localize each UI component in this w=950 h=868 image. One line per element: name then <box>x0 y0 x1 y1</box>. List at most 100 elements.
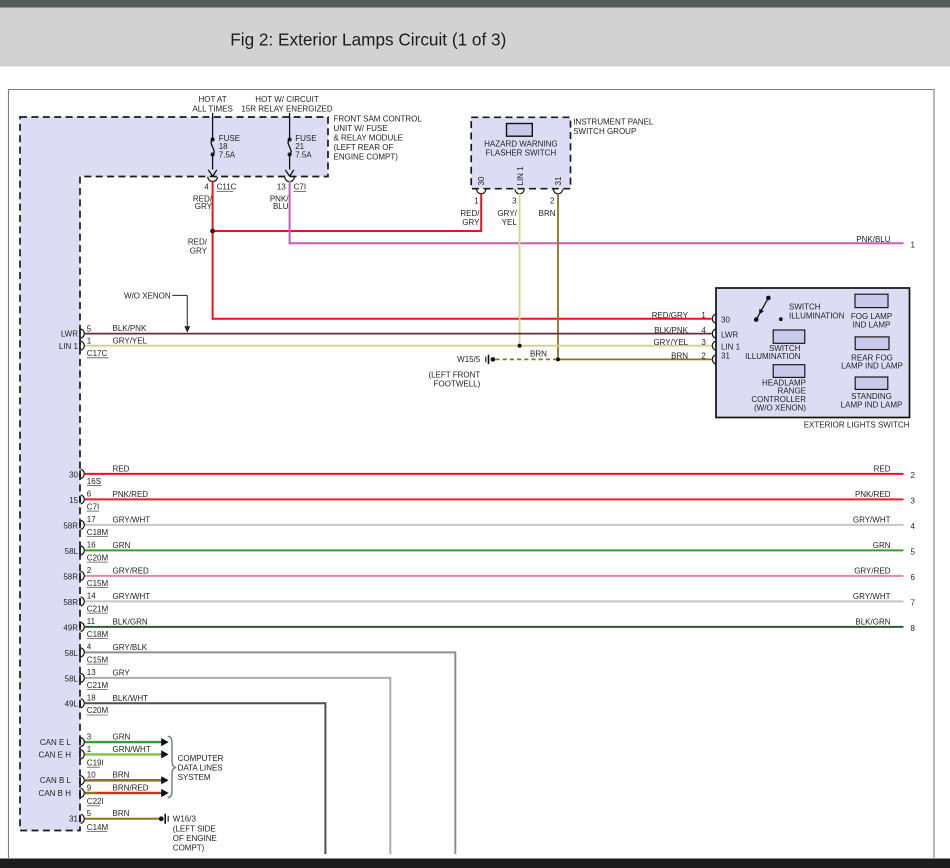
svg-text:C19I: C19I <box>87 758 104 767</box>
svg-text:17: 17 <box>87 515 96 524</box>
svg-text:4: 4 <box>701 326 706 335</box>
svg-text:RED: RED <box>874 465 891 474</box>
svg-text:C15M: C15M <box>87 655 109 664</box>
svg-text:1: 1 <box>87 337 92 346</box>
svg-text:GRY/BLK: GRY/BLK <box>113 643 148 652</box>
svg-text:(LEFT SIDE: (LEFT SIDE <box>173 824 216 833</box>
svg-text:LWR: LWR <box>721 331 738 340</box>
svg-text:4: 4 <box>87 642 92 651</box>
svg-text:13: 13 <box>277 183 286 192</box>
svg-text:CAN B H: CAN B H <box>39 789 72 798</box>
svg-text:SYSTEM: SYSTEM <box>178 773 211 782</box>
svg-text:1: 1 <box>911 241 916 250</box>
svg-text:GRY/YEL: GRY/YEL <box>653 338 688 347</box>
svg-text:3: 3 <box>701 338 706 347</box>
svg-text:18: 18 <box>87 693 96 702</box>
svg-text:W/O XENON: W/O XENON <box>124 291 171 300</box>
svg-text:W16/3: W16/3 <box>173 815 197 824</box>
svg-text:GRY: GRY <box>113 669 131 678</box>
svg-text:CAN E L: CAN E L <box>40 738 72 747</box>
svg-text:LAMP IND LAMP: LAMP IND LAMP <box>841 400 903 409</box>
svg-text:FRONT SAM CONTROL: FRONT SAM CONTROL <box>334 115 423 124</box>
svg-text:6: 6 <box>911 573 916 582</box>
svg-text:C7I: C7I <box>294 183 306 192</box>
svg-text:GRY: GRY <box>195 202 213 211</box>
svg-text:6: 6 <box>87 489 92 498</box>
svg-text:RED/: RED/ <box>188 237 208 246</box>
svg-text:BRN: BRN <box>113 809 130 818</box>
svg-text:CAN B L: CAN B L <box>40 776 72 785</box>
svg-text:BLU: BLU <box>273 202 289 211</box>
svg-text:UNIT W/ FUSE: UNIT W/ FUSE <box>334 124 388 133</box>
svg-text:C15M: C15M <box>87 579 109 588</box>
svg-text:4: 4 <box>911 522 916 531</box>
svg-text:11: 11 <box>87 617 96 626</box>
svg-text:RED: RED <box>113 465 130 474</box>
svg-text:SWITCH GROUP: SWITCH GROUP <box>573 127 636 136</box>
svg-text:& RELAY MODULE: & RELAY MODULE <box>334 134 404 143</box>
svg-text:HAZARD WARNING: HAZARD WARNING <box>484 139 557 148</box>
svg-text:30: 30 <box>69 470 78 479</box>
svg-text:LIN 1: LIN 1 <box>516 166 525 186</box>
svg-text:30: 30 <box>721 316 730 325</box>
svg-text:Fig 2: Exterior Lamps Circuit: Fig 2: Exterior Lamps Circuit (1 of 3) <box>230 30 506 50</box>
svg-text:58L: 58L <box>65 649 79 658</box>
svg-text:W15/5: W15/5 <box>457 355 481 364</box>
svg-text:SWITCH: SWITCH <box>789 302 821 311</box>
svg-text:FLASHER SWITCH: FLASHER SWITCH <box>486 149 557 158</box>
svg-text:2: 2 <box>87 566 92 575</box>
svg-text:58L: 58L <box>65 674 79 683</box>
svg-text:C21M: C21M <box>87 604 109 613</box>
svg-text:30: 30 <box>477 176 486 185</box>
svg-text:1: 1 <box>474 196 479 205</box>
svg-text:7: 7 <box>911 599 916 608</box>
svg-text:5: 5 <box>87 809 92 818</box>
svg-text:COMPT): COMPT) <box>173 844 205 853</box>
svg-text:58R: 58R <box>63 572 78 581</box>
svg-text:58R: 58R <box>63 521 78 530</box>
svg-text:ENGINE COMPT): ENGINE COMPT) <box>334 153 399 162</box>
svg-text:OF ENGINE: OF ENGINE <box>173 834 217 843</box>
svg-text:GRY/RED: GRY/RED <box>113 567 150 576</box>
svg-text:31: 31 <box>69 815 78 824</box>
svg-text:PNK/BLU: PNK/BLU <box>856 235 890 244</box>
svg-text:31: 31 <box>721 352 730 361</box>
svg-text:COMPUTER: COMPUTER <box>178 754 224 763</box>
svg-text:RED/GRY: RED/GRY <box>652 311 689 320</box>
svg-text:16S: 16S <box>87 477 101 486</box>
svg-text:1: 1 <box>87 745 92 754</box>
svg-text:15R RELAY ENERGIZED: 15R RELAY ENERGIZED <box>241 105 333 114</box>
svg-text:C18M: C18M <box>87 630 109 639</box>
svg-text:GRY/WHT: GRY/WHT <box>113 592 151 601</box>
svg-text:BRN/RED: BRN/RED <box>113 783 149 792</box>
svg-text:C20M: C20M <box>87 553 109 562</box>
svg-text:ALL TIMES: ALL TIMES <box>192 105 232 114</box>
svg-text:4: 4 <box>204 183 209 192</box>
svg-text:GRN: GRN <box>113 733 131 742</box>
svg-text:BLK/GRN: BLK/GRN <box>855 618 890 627</box>
svg-text:C14M: C14M <box>87 823 109 832</box>
svg-text:BRN: BRN <box>539 209 556 218</box>
svg-text:GRY/WHT: GRY/WHT <box>853 516 891 525</box>
svg-text:C7I: C7I <box>87 502 99 511</box>
svg-text:LWR: LWR <box>61 330 78 339</box>
svg-text:LAMP IND LAMP: LAMP IND LAMP <box>841 361 903 370</box>
svg-text:49L: 49L <box>65 700 79 709</box>
svg-text:GRY/RED: GRY/RED <box>854 567 891 576</box>
svg-text:8: 8 <box>911 624 916 633</box>
svg-text:C18M: C18M <box>87 528 109 537</box>
svg-text:31: 31 <box>554 176 563 185</box>
svg-text:PNK/RED: PNK/RED <box>855 490 891 499</box>
svg-text:7.5A: 7.5A <box>295 151 312 160</box>
svg-text:EXTERIOR LIGHTS SWITCH: EXTERIOR LIGHTS SWITCH <box>804 421 910 430</box>
svg-text:GRN: GRN <box>873 541 891 550</box>
svg-text:49R: 49R <box>63 623 78 632</box>
svg-text:BLK/WHT: BLK/WHT <box>113 694 149 703</box>
svg-text:GRY: GRY <box>462 218 480 227</box>
svg-text:3: 3 <box>87 733 92 742</box>
svg-text:(LEFT FRONT: (LEFT FRONT <box>428 370 480 379</box>
svg-text:BRN: BRN <box>530 349 547 358</box>
svg-text:PNK/RED: PNK/RED <box>113 490 149 499</box>
svg-text:C20M: C20M <box>87 706 109 715</box>
svg-text:DATA LINES: DATA LINES <box>178 764 223 773</box>
